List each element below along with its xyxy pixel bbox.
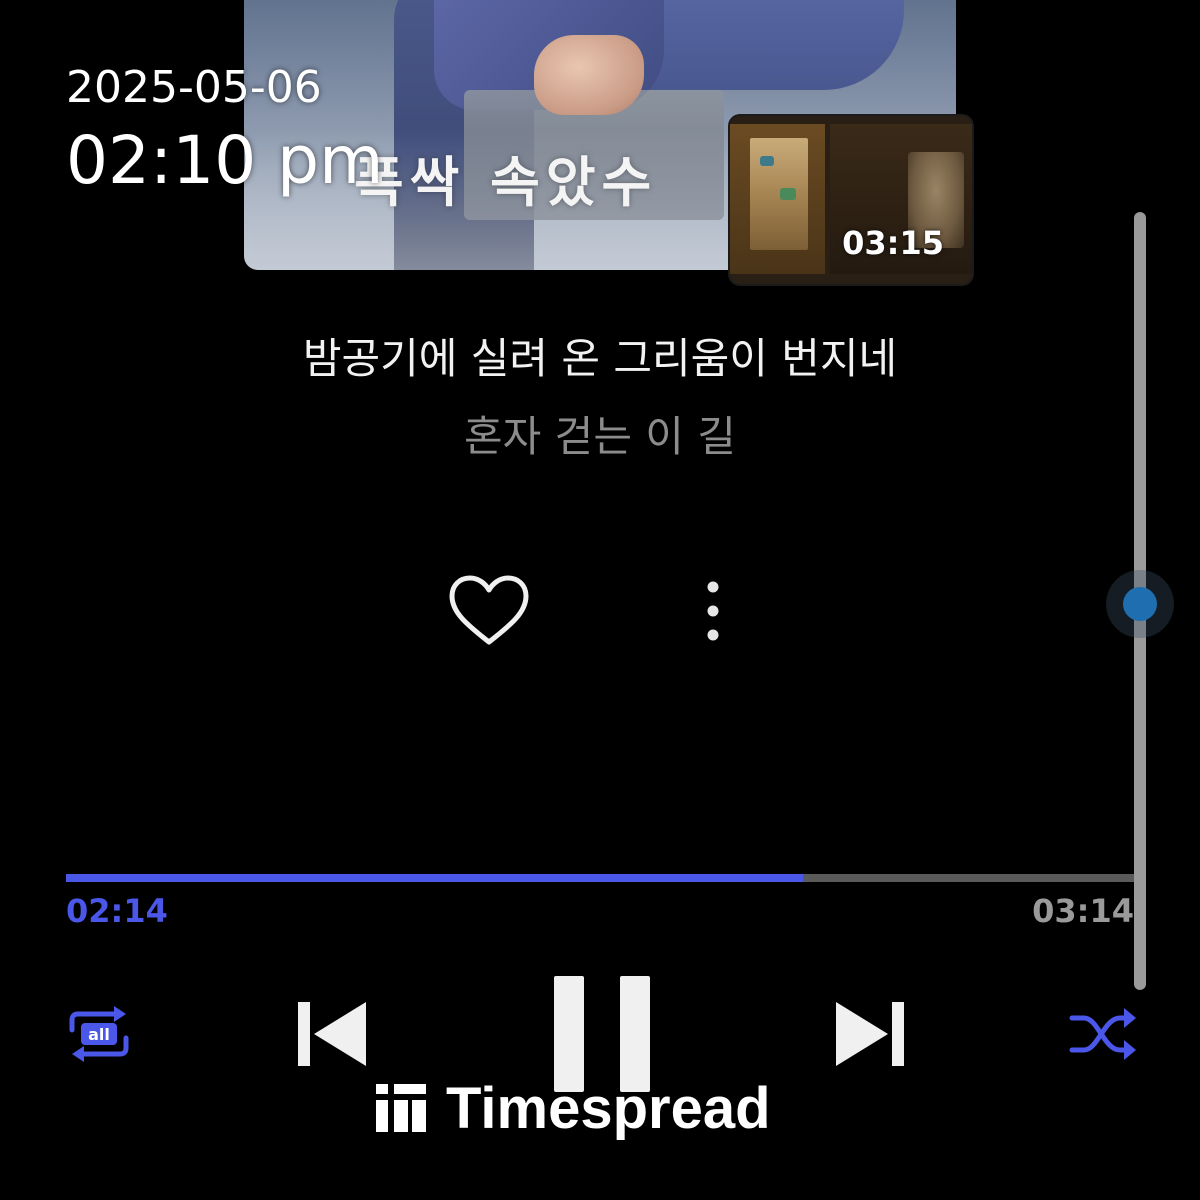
more-vertical-icon xyxy=(707,581,719,641)
shuffle-icon xyxy=(1069,1008,1136,1060)
skip-next-icon xyxy=(836,1002,904,1066)
pip-scene-detail xyxy=(780,188,796,200)
shuffle-button[interactable] xyxy=(1068,1004,1140,1064)
playback-progress-fill xyxy=(66,874,803,882)
repeat-all-button[interactable]: all xyxy=(64,1004,134,1064)
next-track-button[interactable] xyxy=(832,998,906,1070)
previous-track-button[interactable] xyxy=(296,998,370,1070)
heart-outline-icon xyxy=(449,575,529,645)
timespread-watermark: Timespread xyxy=(374,1075,771,1141)
like-button[interactable] xyxy=(446,572,532,648)
overlay-date: 2025-05-06 xyxy=(66,62,322,113)
album-title-text: 폭싹 속았수 xyxy=(354,150,658,214)
pip-video-thumbnail[interactable]: 03:15 xyxy=(730,116,972,284)
repeat-all-icon: all xyxy=(69,1006,129,1062)
pip-video-time: 03:15 xyxy=(842,224,944,262)
elapsed-time: 02:14 xyxy=(66,892,168,930)
skip-previous-icon xyxy=(298,1002,366,1066)
repeat-mode-label: all xyxy=(88,1025,110,1044)
lyric-current-line: 밤공기에 실려 온 그리움이 번지네 xyxy=(302,334,898,383)
watermark-brand: Timespread xyxy=(446,1075,771,1141)
playback-progress-bar[interactable] xyxy=(66,874,1134,882)
album-art-hands xyxy=(534,35,644,115)
overlay-time: 02:10 pm xyxy=(66,122,384,199)
vertical-scrollbar-thumb[interactable] xyxy=(1123,587,1157,621)
pip-scene-poster xyxy=(750,138,808,250)
total-time: 03:14 xyxy=(1032,892,1134,930)
lyric-next-line: 혼자 걷는 이 길 xyxy=(464,412,736,461)
pip-scene-detail xyxy=(760,156,774,166)
timespread-logo-icon xyxy=(376,1084,426,1132)
more-options-button[interactable] xyxy=(698,578,728,644)
